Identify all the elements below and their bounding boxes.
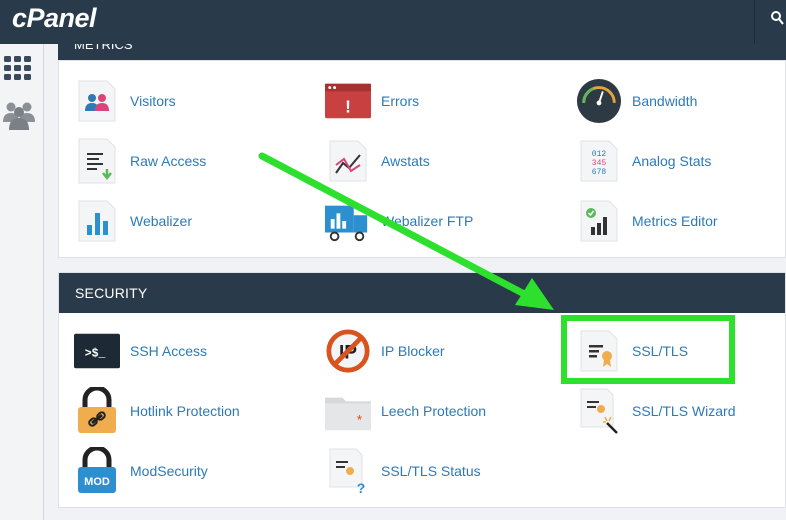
analog-row-3: 678 (592, 168, 607, 177)
metrics-item-awstats[interactable]: Awstats (325, 136, 430, 186)
security-item-modsecurity[interactable]: MOD ModSecurity (74, 446, 208, 496)
webalizer-ftp-icon (325, 198, 371, 244)
security-item-label: Hotlink Protection (130, 403, 240, 419)
metrics-item-webalizer-ftp[interactable]: Webalizer FTP (325, 196, 473, 246)
modsecurity-icon: MOD (74, 447, 120, 494)
metrics-item-label: Errors (381, 93, 420, 109)
top-bar: cPanel (0, 0, 786, 44)
security-item-ssh-access[interactable]: >$_ SSH Access (74, 326, 207, 376)
security-item-ssl-tls-wizard[interactable]: SSL/TLS Wizard (576, 386, 735, 436)
hotlink-protection-icon (74, 387, 120, 434)
security-item-label: SSL/TLS Wizard (632, 403, 736, 419)
metrics-item-label: Awstats (381, 153, 430, 169)
metrics-item-label: Analog Stats (632, 153, 712, 169)
visitors-icon (74, 78, 120, 124)
errors-icon: ! (325, 78, 371, 124)
errors-glyph: ! (345, 97, 351, 117)
cpanel-logo[interactable]: cPanel (12, 3, 97, 34)
security-item-label: ModSecurity (130, 463, 208, 479)
security-item-label: IP Blocker (381, 343, 445, 359)
metrics-item-label: Metrics Editor (632, 213, 718, 229)
ssl-tls-wizard-icon (576, 388, 622, 434)
security-item-ssl-tls-status[interactable]: ? SSL/TLS Status (325, 446, 481, 496)
security-item-label: Leech Protection (381, 403, 487, 419)
raw-access-icon (74, 138, 120, 184)
metrics-item-label: Bandwidth (632, 93, 698, 109)
security-panel-header: SECURITY (59, 273, 785, 313)
awstats-icon (325, 138, 371, 184)
leech-asterisk-icon: * (357, 412, 362, 427)
bandwidth-icon (576, 78, 622, 124)
search-icon[interactable] (770, 10, 786, 30)
security-item-hotlink-protection[interactable]: Hotlink Protection (74, 386, 240, 436)
security-title: SECURITY (75, 285, 148, 301)
analog-row-1: 012 (592, 150, 607, 159)
metrics-item-label: Webalizer FTP (381, 213, 474, 229)
leech-protection-icon: * (325, 388, 371, 434)
mod-glyph: MOD (84, 476, 110, 488)
users-icon[interactable] (2, 100, 36, 135)
security-item-label: SSH Access (130, 343, 208, 359)
analog-row-2: 345 (592, 159, 607, 168)
metrics-editor-icon (576, 198, 622, 244)
metrics-title: METRICS (74, 44, 133, 52)
grid-icon[interactable] (4, 56, 32, 85)
metrics-item-metrics-editor[interactable]: Metrics Editor (576, 196, 718, 246)
security-item-leech-protection[interactable]: * Leech Protection (325, 386, 486, 436)
security-item-label: SSL/TLS Status (381, 463, 481, 479)
analog-stats-icon: 012 345 678 (576, 138, 622, 184)
metrics-item-label: Visitors (130, 93, 176, 109)
metrics-item-bandwidth[interactable]: Bandwidth (576, 76, 697, 126)
metrics-item-label: Webalizer (130, 213, 192, 229)
question-mark-icon: ? (357, 480, 366, 495)
webalizer-icon (74, 198, 120, 244)
security-item-ip-blocker[interactable]: IP IP Blocker (325, 326, 445, 376)
ip-blocker-icon: IP (325, 328, 371, 374)
metrics-item-raw-access[interactable]: Raw Access (74, 136, 206, 186)
ssh-access-icon: >$_ (74, 328, 120, 374)
topbar-divider (754, 0, 755, 44)
ssh-prompt-glyph: >$_ (85, 348, 106, 361)
ssl-tls-highlight-box (561, 315, 735, 384)
metrics-item-errors[interactable]: ! Errors (325, 76, 419, 126)
metrics-item-webalizer[interactable]: Webalizer (74, 196, 192, 246)
ssl-tls-status-icon: ? (325, 448, 371, 495)
metrics-item-label: Raw Access (130, 153, 207, 169)
metrics-panel-header: METRICS (58, 44, 786, 60)
metrics-item-visitors[interactable]: Visitors (74, 76, 176, 126)
sidebar (0, 44, 44, 520)
metrics-item-analog-stats[interactable]: 012 345 678 Analog Stats (576, 136, 711, 186)
